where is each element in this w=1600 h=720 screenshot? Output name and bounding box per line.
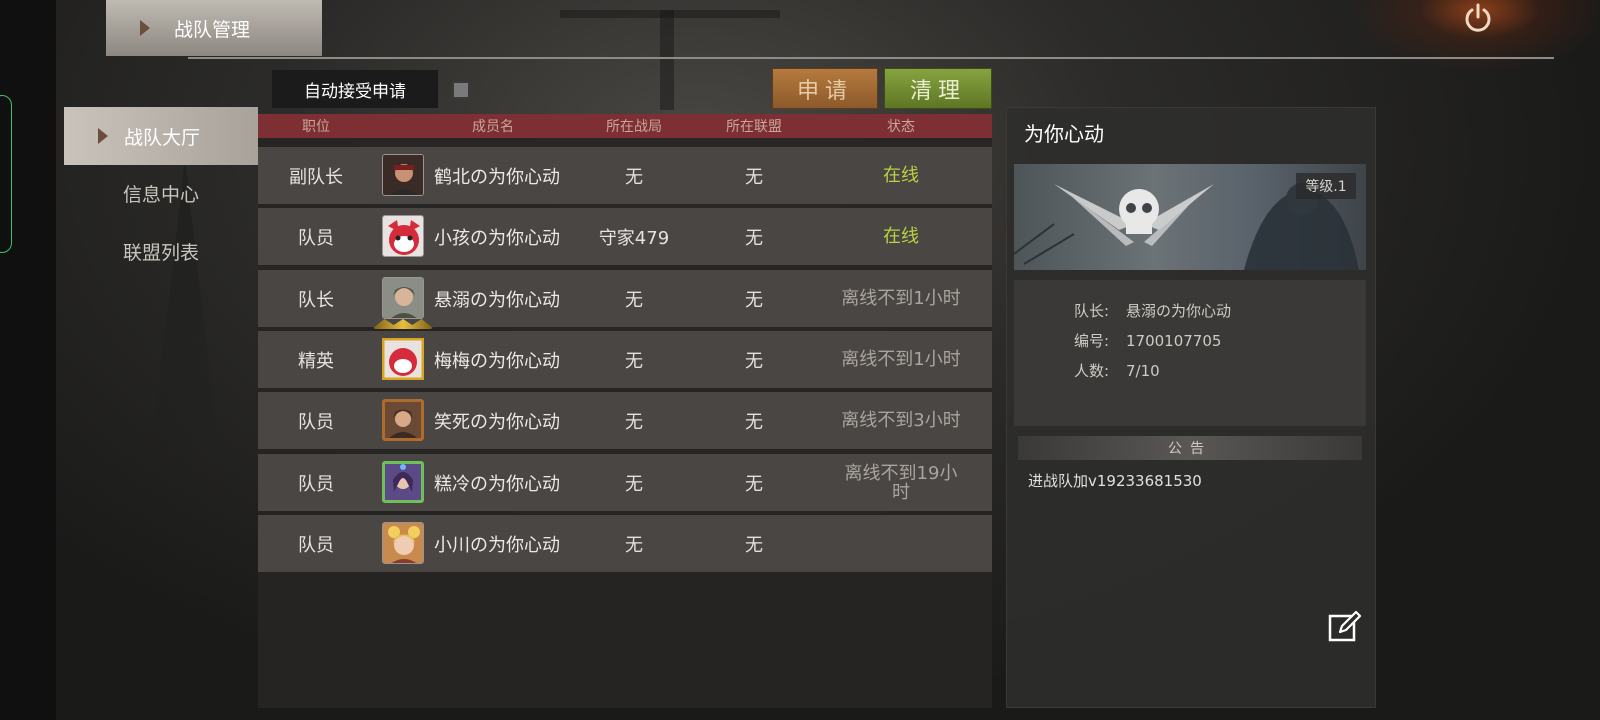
member-alliance: 无: [745, 227, 763, 249]
title-tab: 战队管理: [106, 0, 322, 56]
table-row[interactable]: 队长 悬溺の为你心动 无 无 离线不到1小时: [258, 270, 992, 327]
member-battle: 无: [625, 473, 643, 495]
bg-beam: [560, 10, 780, 18]
table-row[interactable]: 队员 糕冷の为你心动 无 无 离线不到19小时: [258, 454, 992, 511]
member-battle: 无: [625, 350, 643, 372]
table-row[interactable]: 精英 梅梅の为你心动 无 无 离线不到1小时: [258, 319, 992, 388]
sidebar-item-hall[interactable]: 战队大厅: [64, 107, 258, 165]
member-role: 队员: [298, 473, 334, 495]
member-role: 队员: [298, 227, 334, 249]
col-battle: 所在战局: [606, 119, 662, 135]
member-status: 在线: [883, 165, 919, 186]
side-handle[interactable]: [0, 95, 12, 253]
sidebar-item-label: 信息中心: [123, 183, 200, 206]
member-alliance: 无: [745, 411, 763, 433]
play-triangle-icon: [140, 20, 150, 36]
team-name: 为你心动: [1024, 122, 1104, 146]
edit-icon[interactable]: [1328, 610, 1362, 644]
member-battle: 守家479: [598, 227, 670, 249]
col-status: 状态: [887, 119, 915, 135]
title-divider: [188, 57, 1554, 59]
id-value: 1700107705: [1126, 332, 1222, 350]
avatar[interactable]: [382, 277, 424, 319]
count-value: 7/10: [1126, 362, 1160, 380]
member-status: 离线不到19小时: [844, 462, 958, 503]
member-role: 精英: [298, 350, 334, 372]
member-role: 队员: [298, 534, 334, 556]
power-icon[interactable]: [1462, 2, 1494, 34]
member-status: 离线不到3小时: [841, 410, 961, 431]
sidebar-item-info[interactable]: 信息中心: [64, 164, 258, 222]
clear-button[interactable]: 清理: [884, 68, 992, 109]
team-leader-row: 队长: 悬溺の为你心动: [1074, 300, 1231, 321]
table-row[interactable]: 队员 笑死の为你心动 无 无 离线不到3小时: [258, 392, 992, 449]
table-header: 职位 成员名 所在战局 所在联盟 状态: [258, 114, 992, 138]
team-id-row: 编号: 1700107705: [1074, 330, 1221, 351]
col-alliance: 所在联盟: [726, 119, 782, 135]
member-battle: 无: [625, 411, 643, 433]
avatar[interactable]: [382, 215, 424, 257]
bg-post: [660, 10, 674, 110]
col-role: 职位: [302, 119, 330, 135]
member-battle: 无: [625, 166, 643, 188]
notice-text: 进战队加v19233681530: [1028, 472, 1202, 490]
member-battle: 无: [625, 289, 643, 311]
member-status: [818, 515, 984, 572]
member-name: 悬溺の为你心动: [434, 289, 560, 311]
member-role: 副队长: [289, 166, 343, 188]
leader-value: 悬溺の为你心动: [1126, 302, 1232, 320]
team-count-row: 人数: 7/10: [1074, 360, 1160, 381]
leader-label: 队长:: [1074, 302, 1110, 320]
col-name: 成员名: [472, 119, 514, 135]
avatar[interactable]: [382, 399, 424, 441]
table-row[interactable]: 队员 小孩の为你心动 守家479 无 在线: [258, 208, 992, 265]
avatar[interactable]: [382, 522, 424, 564]
avatar[interactable]: [382, 461, 424, 503]
member-status: 在线: [883, 226, 919, 247]
table-row[interactable]: 队员 小川の为你心动 无 无: [258, 515, 992, 572]
member-alliance: 无: [745, 350, 763, 372]
sidebar-item-label: 战队大厅: [124, 126, 201, 149]
member-status: 离线不到1小时: [841, 288, 961, 309]
member-alliance: 无: [745, 289, 763, 311]
id-label: 编号:: [1074, 332, 1110, 350]
member-name: 糕冷の为你心动: [434, 473, 560, 495]
member-name: 小川の为你心动: [434, 534, 560, 556]
play-triangle-icon: [98, 128, 108, 144]
member-name: 小孩の为你心动: [434, 227, 560, 249]
member-battle: 无: [625, 534, 643, 556]
member-name: 笑死の为你心动: [434, 411, 560, 433]
auto-accept-label: 自动接受申请: [272, 70, 438, 108]
notice-header: 公告: [1018, 436, 1362, 460]
avatar[interactable]: [382, 154, 424, 196]
member-name: 鹤北の为你心动: [434, 166, 560, 188]
apply-button[interactable]: 申请: [772, 68, 878, 109]
auto-accept-checkbox[interactable]: [452, 81, 470, 99]
member-alliance: 无: [745, 473, 763, 495]
sidebar-item-alliance[interactable]: 联盟列表: [64, 222, 258, 280]
member-role: 队长: [298, 289, 334, 311]
sidebar-item-label: 联盟列表: [123, 241, 200, 264]
table-row[interactable]: 副队长 鹤北の为你心动 无 无 在线: [258, 147, 992, 204]
member-alliance: 无: [745, 166, 763, 188]
member-name: 梅梅の为你心动: [434, 350, 560, 372]
title-tab-label: 战队管理: [174, 18, 251, 41]
member-role: 队员: [298, 411, 334, 433]
member-alliance: 无: [745, 534, 763, 556]
member-status: 离线不到1小时: [841, 349, 961, 370]
count-label: 人数:: [1074, 362, 1110, 380]
game-screen: { "title_tab": {"label": "战队管理"}, "sideb…: [0, 0, 1600, 720]
avatar[interactable]: [381, 337, 425, 381]
team-level-badge: 等级.1: [1296, 173, 1356, 199]
